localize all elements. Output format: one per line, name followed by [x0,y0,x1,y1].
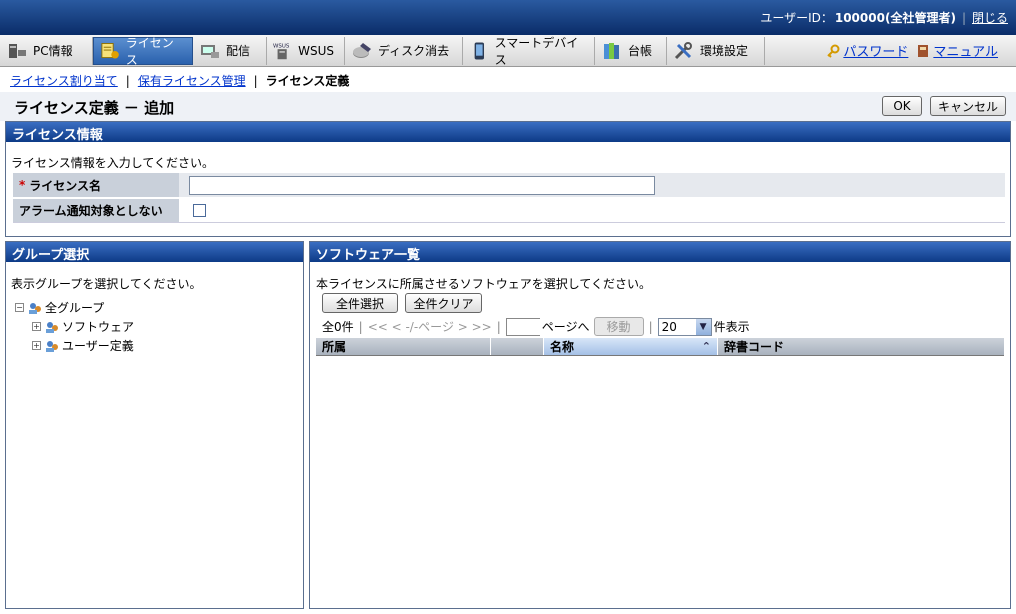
software-list-header: ソフトウェア一覧 [310,242,1010,263]
license-name-input[interactable] [189,175,655,195]
tab-distribution[interactable]: 配信 [193,36,267,65]
page-suffix: ページへ [541,320,590,334]
chevron-down-icon[interactable]: ▼ [695,318,711,335]
group-icon [46,321,58,333]
password-link[interactable]: パスワード [843,41,908,60]
software-list-instruction: 本ライセンスに所属させるソフトウェアを選択してください。 [316,277,652,291]
tab-wsus[interactable]: WSUS WSUS [267,36,345,65]
license-name-label-text: ライセンス名 [29,178,102,193]
key-icon [827,44,840,58]
page-nav[interactable]: << < -/-ページ > >> [368,318,492,335]
nav-utility-links: パスワード マニュアル [826,41,1016,60]
column-dictionary-code[interactable]: 辞書コード [718,338,1004,355]
tree-label: ユーザー定義 [62,339,134,353]
group-icon [46,340,58,352]
manual-link[interactable]: マニュアル [933,41,998,60]
tab-ledger[interactable]: 台帳 [595,36,667,65]
tab-label: PC情報 [33,44,73,58]
software-table-header: 所属 名称 ⌃ 辞書コード [316,338,1004,356]
manual-book-icon [918,44,929,57]
total-count: 全0件 [322,320,354,334]
alarm-row: アラーム通知対象としない [13,199,1005,223]
user-id-value: 100000(全社管理者) [834,11,956,25]
tab-label: 環境設定 [700,44,749,58]
per-page-select[interactable]: 20 ▼ [657,317,712,336]
distribution-icon [201,44,219,58]
tab-pc-info[interactable]: PC情報 [0,36,93,65]
cancel-button[interactable]: キャンセル [930,96,1006,116]
user-id-label: ユーザーID： [760,11,833,25]
per-page-suffix: 件表示 [713,320,750,334]
breadcrumb-license-assignment[interactable]: ライセンス割り当て [10,72,118,89]
per-page-value: 20 [661,319,677,334]
move-button[interactable]: 移動 [593,317,644,336]
tab-label: スマートデバイス [494,35,579,67]
clear-all-button[interactable]: 全件クリア [405,293,482,313]
sort-ascending-icon: ⌃ [701,340,711,353]
group-select-panel: グループ選択 表示グループを選択してください。 − 全グループ + ソフトウェア… [5,241,304,609]
tab-smart-device[interactable]: スマートデバイス [463,35,595,67]
main-nav: PC情報 ライセンス 配信 WSUS WSUS ディスク消去 スマートデバイス … [0,35,1016,67]
group-icon [29,302,41,314]
divider: | [358,319,363,334]
user-info: ユーザーID： 100000(全社管理者) | 閉じる [760,9,1008,26]
disk-erase-icon [353,42,371,58]
tab-label: ライセンス [125,35,174,67]
page-title: ライセンス定義 － 追加 [14,99,175,117]
license-name-row: * ライセンス名 [13,173,1005,197]
page-number-input[interactable] [505,317,540,336]
tab-label: 配信 [226,44,251,58]
breadcrumb: ライセンス割り当て | 保有ライセンス管理 | ライセンス定義 [10,72,349,89]
select-all-button[interactable]: 全件選択 [322,293,398,313]
group-select-instruction: 表示グループを選択してください。 [11,277,202,291]
license-info-panel: ライセンス情報 ライセンス情報を入力してください。 * ライセンス名 アラーム通… [5,121,1011,237]
group-select-header: グループ選択 [6,242,303,263]
tree-label: 全グループ [45,301,105,315]
tab-settings[interactable]: 環境設定 [667,36,765,65]
breadcrumb-separator: | [253,73,258,88]
expand-icon[interactable]: + [32,341,41,350]
tree-item-user-defined[interactable]: + ユーザー定義 [32,337,134,354]
tab-label: WSUS [298,43,334,58]
breadcrumb-owned-license[interactable]: 保有ライセンス管理 [138,72,246,89]
ok-button[interactable]: OK [882,96,922,116]
tree-label: ソフトウェア [62,320,135,334]
wsus-icon: WSUS [273,43,290,59]
pager: 全0件 | << < -/-ページ > >> | ページへ 移動 | 20 ▼ … [322,317,750,336]
divider: | [648,319,653,334]
column-blank [491,338,544,355]
license-info-header: ライセンス情報 [6,122,1010,143]
alarm-label: アラーム通知対象としない [13,199,179,222]
tab-disk-erase[interactable]: ディスク消去 [345,36,463,65]
column-name[interactable]: 名称 ⌃ [544,338,718,355]
alarm-checkbox[interactable] [193,204,206,217]
pc-info-icon [9,43,26,58]
close-link[interactable]: 閉じる [972,9,1008,26]
breadcrumb-separator: | [125,73,130,88]
smart-device-icon [474,42,485,59]
top-bar: ユーザーID： 100000(全社管理者) | 閉じる [0,0,1016,35]
divider: | [961,10,966,25]
tree-item-software[interactable]: + ソフトウェア [32,318,134,335]
settings-icon [674,41,692,59]
license-icon [101,42,119,59]
tab-label: 台帳 [628,44,653,58]
required-mark: * [19,178,26,192]
license-info-instruction: ライセンス情報を入力してください。 [11,156,215,170]
breadcrumb-current: ライセンス定義 [265,74,350,88]
expand-icon[interactable]: + [32,322,41,331]
tab-label: ディスク消去 [378,44,450,58]
collapse-icon[interactable]: − [15,303,24,312]
ledger-icon [604,42,619,59]
divider: | [496,319,501,334]
tab-license[interactable]: ライセンス [93,35,193,67]
svg-text:WSUS: WSUS [273,43,290,49]
column-name-label: 名称 [550,340,575,354]
column-affiliation[interactable]: 所属 [316,338,491,355]
license-name-label: * ライセンス名 [13,173,179,197]
tree-item-all-groups[interactable]: − 全グループ [15,299,104,316]
